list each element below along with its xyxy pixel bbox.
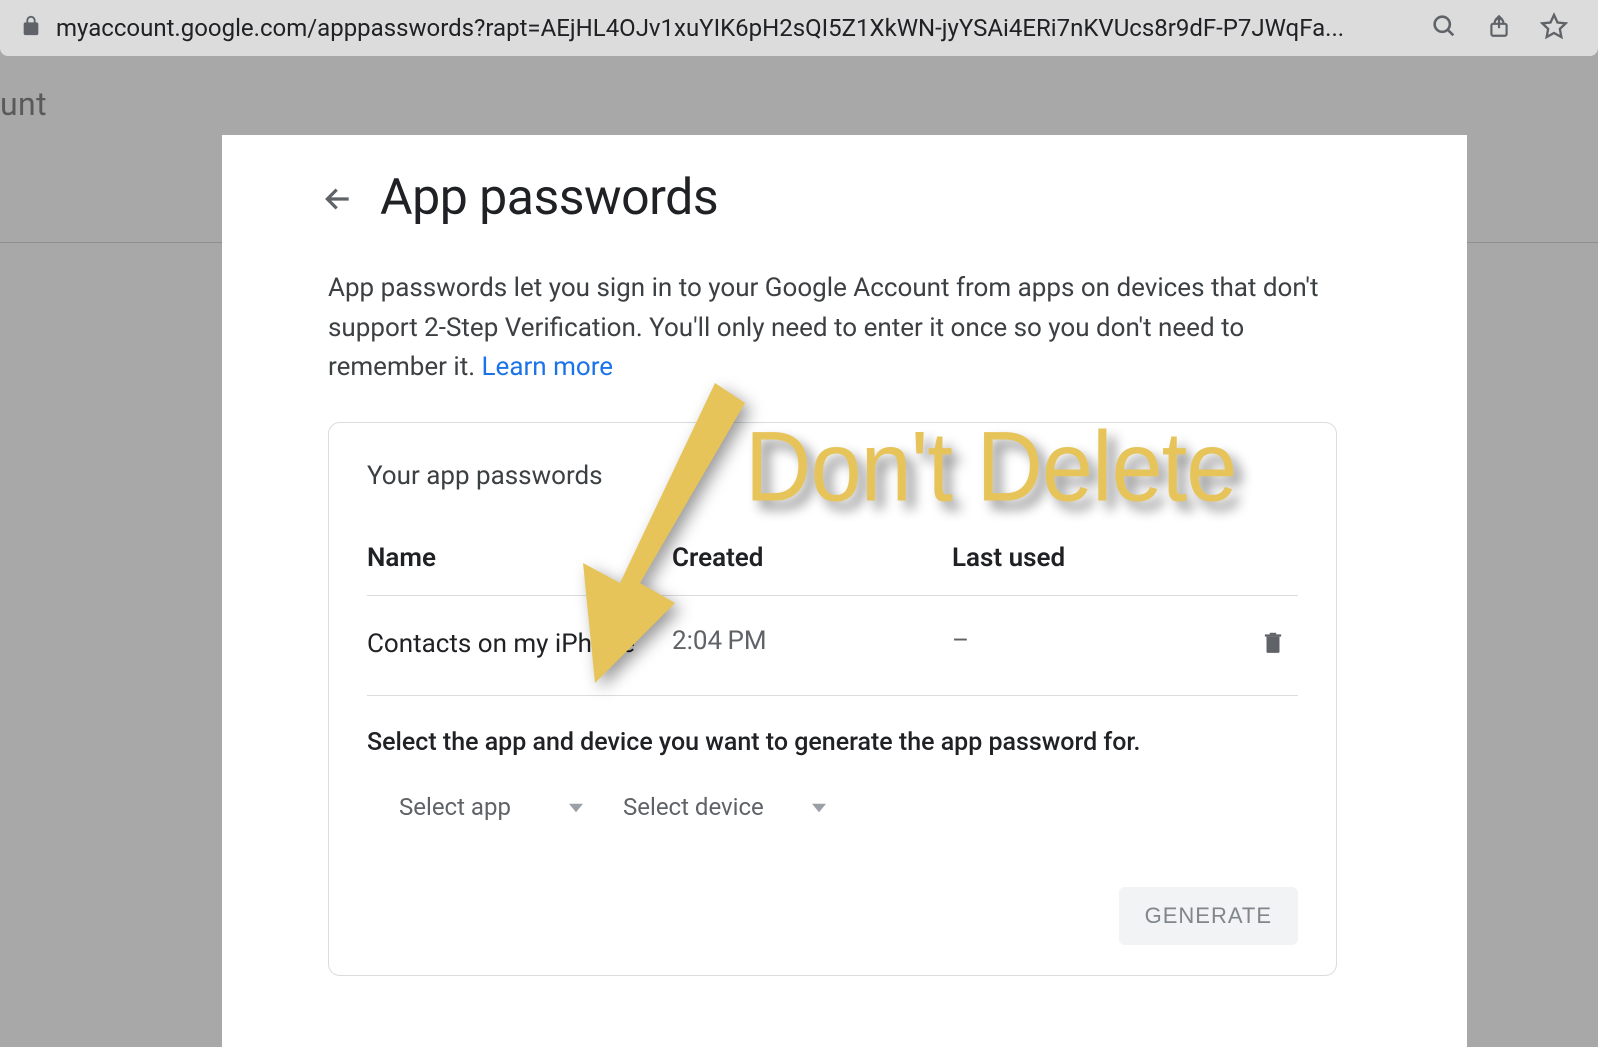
star-icon[interactable] — [1540, 12, 1568, 44]
back-arrow-icon[interactable] — [322, 177, 354, 219]
select-app-dropdown[interactable]: Select app — [391, 785, 591, 829]
select-device-label: Select device — [623, 793, 764, 821]
lock-icon — [20, 15, 42, 41]
cell-created: 2:04 PM — [672, 626, 952, 656]
card-title: Your app passwords — [367, 461, 1298, 491]
page-title: App passwords — [380, 169, 718, 227]
selectors-row: Select app Select device — [367, 785, 1298, 829]
caret-down-icon — [812, 793, 826, 821]
col-header-lastused: Last used — [952, 543, 1298, 573]
cell-lastused: – — [952, 626, 1248, 656]
title-row: App passwords — [322, 169, 1337, 227]
select-app-label: Select app — [399, 793, 511, 821]
col-header-name: Name — [367, 543, 672, 573]
search-icon[interactable] — [1430, 12, 1458, 44]
trash-icon[interactable] — [1260, 627, 1286, 661]
app-passwords-panel: App passwords App passwords let you sign… — [222, 135, 1467, 1047]
description-text: App passwords let you sign in to your Go… — [328, 273, 1318, 382]
browser-address-bar: myaccount.google.com/apppasswords?rapt=A… — [0, 0, 1598, 56]
app-passwords-table: Name Created Last used Contacts on my iP… — [367, 543, 1298, 697]
cell-name: Contacts on my iPhone — [367, 626, 672, 664]
col-header-created: Created — [672, 543, 952, 573]
table-header: Name Created Last used — [367, 543, 1298, 596]
table-row: Contacts on my iPhone 2:04 PM – — [367, 596, 1298, 697]
generate-button[interactable]: GENERATE — [1119, 887, 1298, 945]
browser-actions — [1430, 12, 1578, 44]
generate-row: GENERATE — [367, 887, 1298, 945]
caret-down-icon — [569, 793, 583, 821]
share-icon[interactable] — [1486, 12, 1512, 44]
app-passwords-card: Your app passwords Name Created Last use… — [328, 422, 1337, 977]
learn-more-link[interactable]: Learn more — [482, 352, 614, 382]
url-text[interactable]: myaccount.google.com/apppasswords?rapt=A… — [56, 14, 1398, 42]
background-partial-text: unt — [0, 85, 47, 123]
select-prompt: Select the app and device you want to ge… — [367, 728, 1298, 757]
select-device-dropdown[interactable]: Select device — [615, 785, 834, 829]
page-description: App passwords let you sign in to your Go… — [322, 269, 1337, 388]
